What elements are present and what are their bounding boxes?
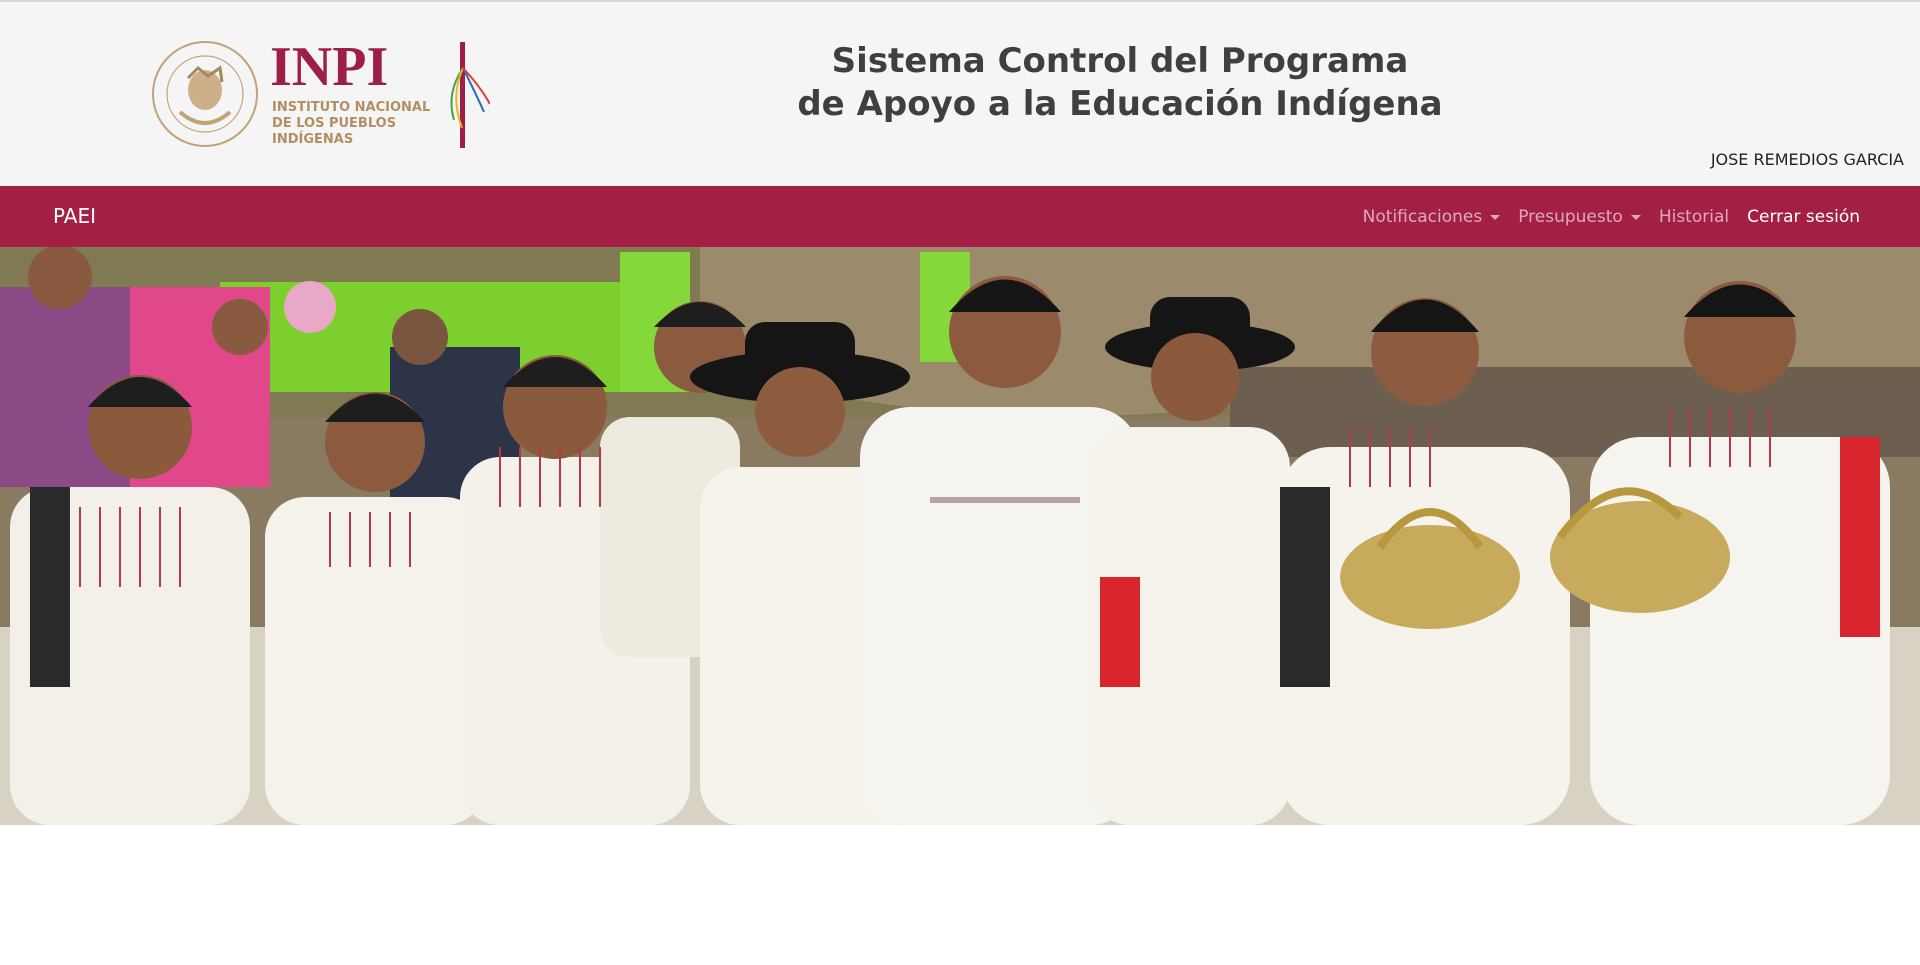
site-header: INPI INSTITUTO NACIONAL DE LOS PUEBLOS I… (0, 2, 1920, 186)
children-photo-illustration (0, 247, 1920, 825)
page-title-line2: de Apoyo a la Educación Indígena (797, 84, 1443, 124)
navbar-items: Notificaciones Presupuesto Historial Cer… (1363, 186, 1860, 247)
logo-line1: INSTITUTO NACIONAL (272, 100, 430, 115)
logo-acronym: INPI (270, 38, 388, 98)
navbar-brand[interactable]: PAEI (53, 204, 96, 228)
current-user-name: JOSE REMEDIOS GARCIA (1710, 150, 1904, 169)
logo-line2: DE LOS PUEBLOS (272, 116, 396, 131)
nav-cerrar-sesion-link[interactable]: Cerrar sesión (1747, 207, 1860, 227)
logo-line3: INDÍGENAS (272, 131, 353, 147)
caret-down-icon (1490, 215, 1501, 220)
nav-presupuesto-label: Presupuesto (1518, 206, 1623, 227)
nav-presupuesto-dropdown[interactable]: Presupuesto (1518, 207, 1641, 227)
nav-notificaciones-dropdown[interactable]: Notificaciones (1363, 207, 1501, 227)
caret-down-icon (1630, 215, 1641, 220)
mexican-seal-icon (152, 41, 258, 147)
hero-banner-image (0, 247, 1920, 825)
main-navbar: PAEI Notificaciones Presupuesto Historia… (0, 186, 1920, 247)
page-title: Sistema Control del Programa de Apoyo a … (640, 40, 1600, 126)
nav-historial-link[interactable]: Historial (1659, 207, 1729, 227)
page-title-line1: Sistema Control del Programa (831, 41, 1409, 81)
inpi-logo-graphic: INPI INSTITUTO NACIONAL DE LOS PUEBLOS I… (152, 36, 491, 148)
nav-notificaciones-label: Notificaciones (1362, 206, 1483, 227)
staff-ribbons-icon (450, 42, 491, 148)
inpi-logo[interactable]: INPI INSTITUTO NACIONAL DE LOS PUEBLOS I… (150, 36, 491, 152)
